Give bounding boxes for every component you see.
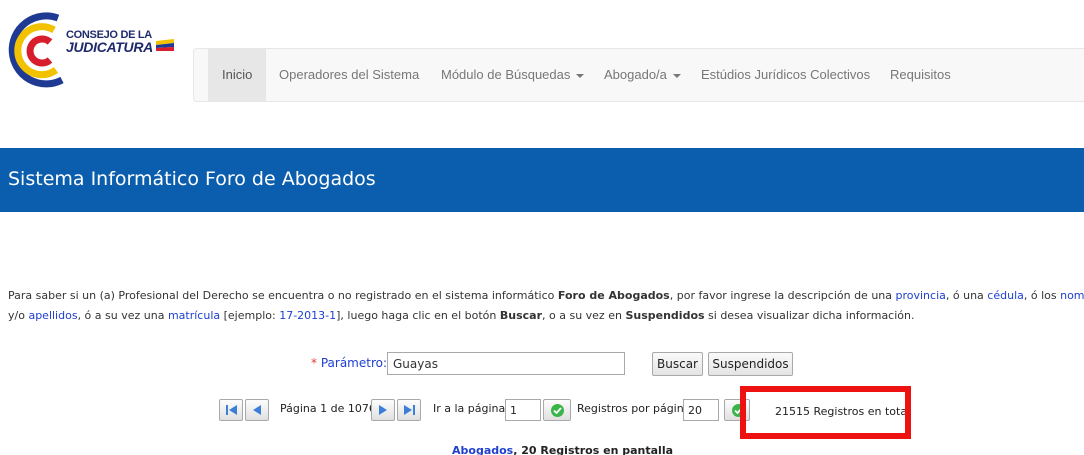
suspended-button[interactable]: Suspendidos (708, 352, 793, 376)
desc-buscar-bold: Buscar (499, 309, 542, 322)
required-asterisk: * (311, 356, 317, 370)
logo-text: CONSEJO DE LA JUDICATURA (66, 29, 153, 55)
results-count: , 20 Registros en pantalla (513, 444, 674, 455)
desc-text: [ejemplo: (220, 309, 280, 322)
nav-operadores-label: Operadores del Sistema (279, 67, 420, 82)
nav-inicio[interactable]: Inicio (208, 49, 267, 101)
nav-modulo-busquedas-label: Módulo de Búsquedas (441, 67, 571, 82)
desc-text: si desea visualizar dicha información. (704, 309, 915, 322)
desc-text: , ó los (1023, 289, 1061, 302)
per-page-label: Registros por página (577, 402, 691, 415)
goto-page-input[interactable] (505, 399, 541, 421)
last-page-button[interactable] (397, 399, 421, 421)
page-title: Sistema Informático Foro de Abogados (8, 168, 376, 190)
desc-text: ], luego haga clic en el botón (336, 309, 500, 322)
desc-text: , ó a su vez una (77, 309, 168, 322)
desc-text: , ó una (945, 289, 988, 302)
goto-page-label: Ir a la página (433, 402, 506, 415)
prev-page-icon (253, 405, 261, 415)
nav-inicio-label: Inicio (222, 67, 253, 82)
chevron-down-icon (576, 73, 584, 78)
nav-modulo-busquedas[interactable]: Módulo de Búsquedas (441, 49, 584, 101)
nav-estudios-juridicos[interactable]: Estúdios Jurídicos Colectivos (701, 49, 870, 101)
desc-text: Para saber si un (a) Profesional del Der… (8, 289, 558, 302)
nav-operadores[interactable]: Operadores del Sistema (279, 49, 419, 101)
desc-suspendidos-bold: Suspendidos (625, 309, 705, 322)
desc-text: , por favor ingrese la descripción de un… (669, 289, 896, 302)
nav-estudios-juridicos-label: Estúdios Jurídicos Colectivos (701, 67, 871, 82)
param-label: * Parámetro: (311, 356, 387, 370)
judicatura-logo[interactable]: CONSEJO DE LA JUDICATURA (6, 6, 176, 94)
nav-abogado[interactable]: Abogado/a (604, 49, 681, 101)
nav-requisitos[interactable]: Requisitos (890, 49, 951, 101)
search-button[interactable]: Buscar (652, 352, 703, 376)
cedula-link[interactable]: cédula (987, 289, 1024, 302)
main-navbar: Inicio Operadores del Sistema Módulo de … (193, 48, 1084, 102)
abogados-link[interactable]: Abogados (452, 444, 513, 455)
chevron-down-icon (672, 73, 681, 78)
param-label-text: Parámetro: (320, 356, 387, 370)
apellidos-link[interactable]: apellidos (28, 309, 77, 322)
goto-page-button[interactable] (543, 399, 571, 421)
prev-page-button[interactable] (245, 399, 269, 421)
check-icon (553, 407, 562, 414)
instructions-text: Para saber si un (a) Profesional del Der… (8, 286, 1084, 326)
next-page-icon (379, 405, 387, 415)
nav-requisitos-label: Requisitos (890, 67, 951, 82)
first-page-button[interactable] (219, 399, 243, 421)
next-page-button[interactable] (371, 399, 395, 421)
page-banner: Sistema Informático Foro de Abogados (0, 148, 1084, 212)
desc-text: , o a su vez en (542, 309, 626, 322)
nombre-link[interactable]: nombre (1060, 289, 1084, 302)
desc-foro-bold: Foro de Abogados (557, 289, 670, 302)
ecuador-flag-icon (156, 39, 174, 51)
logo-line2: JUDICATURA (66, 39, 153, 55)
page-info: Página 1 de 1076 (280, 402, 376, 415)
nav-abogado-label: Abogado/a (604, 67, 667, 82)
first-page-icon (226, 405, 237, 415)
results-summary: Abogados, 20 Registros en pantalla (452, 444, 673, 455)
matricula-link[interactable]: matrícula (168, 309, 220, 322)
param-input[interactable] (387, 352, 625, 375)
last-page-icon (404, 405, 415, 415)
highlight-annotation-box (740, 386, 911, 439)
per-page-input[interactable] (683, 399, 719, 421)
ejemplo-link[interactable]: 17-2013-1 (279, 309, 336, 322)
provincia-link[interactable]: provincia (896, 289, 946, 302)
desc-text: y/o (8, 309, 29, 322)
